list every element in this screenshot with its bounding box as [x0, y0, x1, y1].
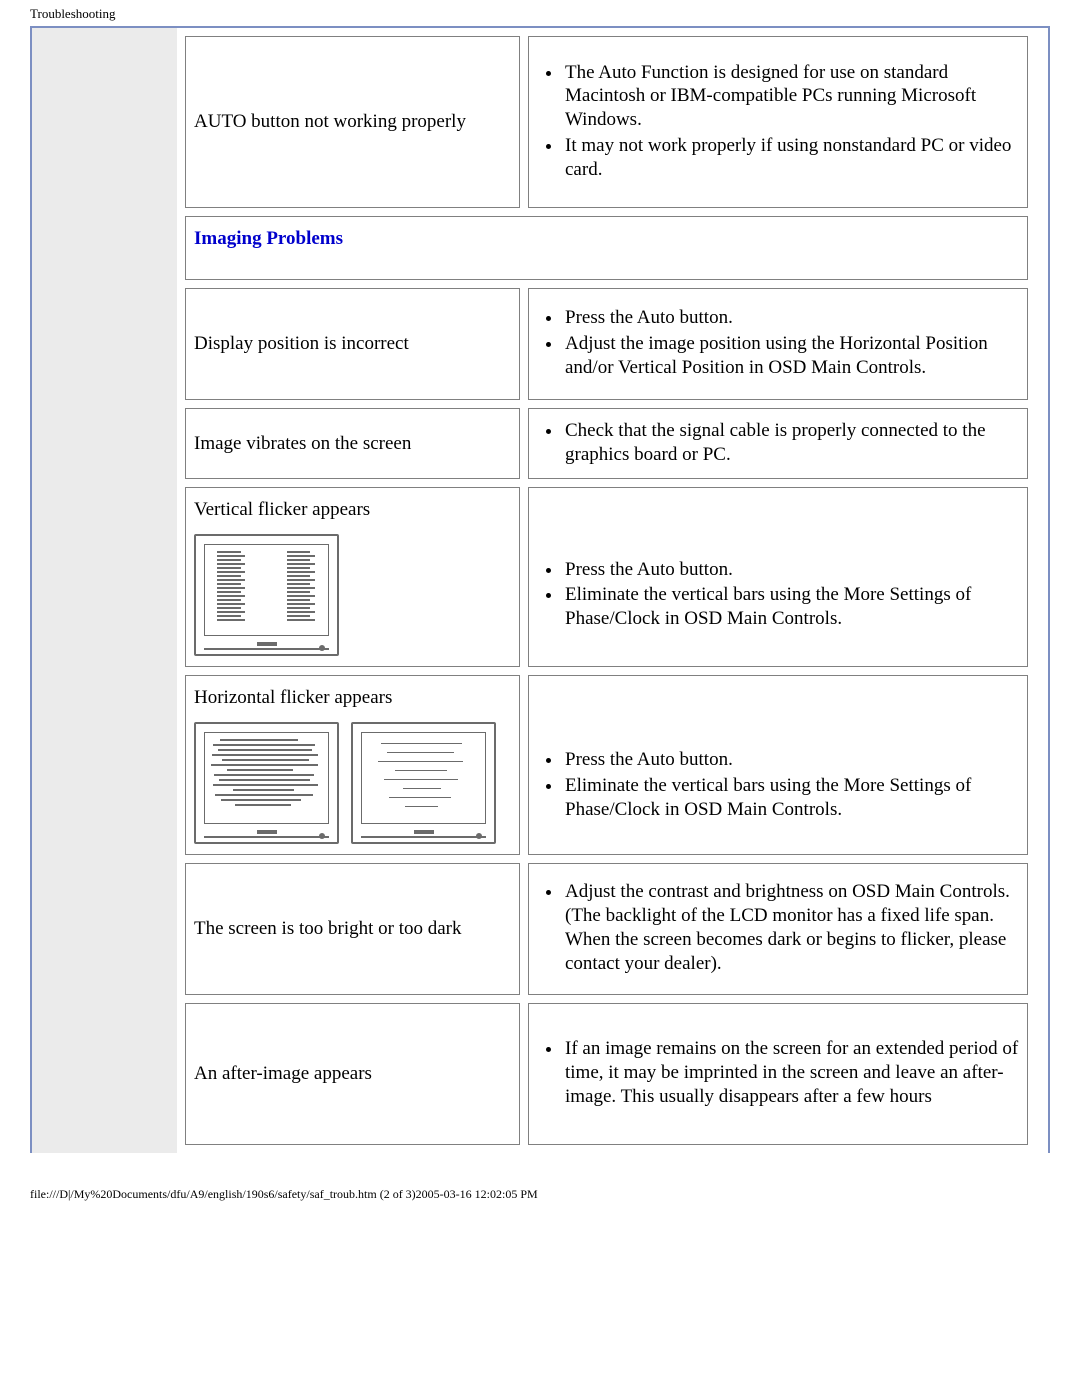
problem-cell: AUTO button not working properly — [185, 36, 520, 208]
table-row: Horizontal flicker appears — [185, 675, 1028, 855]
section-row: Imaging Problems — [185, 216, 1028, 280]
solution-cell: If an image remains on the screen for an… — [528, 1003, 1028, 1145]
problem-cell: Horizontal flicker appears — [185, 675, 520, 855]
monitor-thumb-horizontal-sparse — [351, 722, 496, 844]
solution-cell: Press the Auto button. Eliminate the ver… — [528, 487, 1028, 667]
solution-item: If an image remains on the screen for an… — [563, 1037, 1019, 1108]
table-row: The screen is too bright or too dark Adj… — [185, 863, 1028, 995]
problem-label: Vertical flicker appears — [194, 499, 370, 520]
troubleshooting-table: AUTO button not working properly The Aut… — [177, 28, 1036, 1153]
solution-item: The Auto Function is designed for use on… — [563, 61, 1019, 132]
solution-cell: Press the Auto button. Eliminate the ver… — [528, 675, 1028, 855]
content-frame-wrapper: AUTO button not working properly The Aut… — [30, 26, 1050, 1153]
table-row: Image vibrates on the screen Check that … — [185, 408, 1028, 480]
section-heading-cell: Imaging Problems — [185, 216, 1028, 280]
solution-cell: The Auto Function is designed for use on… — [528, 36, 1028, 208]
solution-item: Adjust the image position using the Hori… — [563, 332, 1019, 380]
table-row: Display position is incorrect Press the … — [185, 288, 1028, 400]
solution-item: Eliminate the vertical bars using the Mo… — [563, 583, 1019, 631]
solution-cell: Adjust the contrast and brightness on OS… — [528, 863, 1028, 995]
solution-item: Eliminate the vertical bars using the Mo… — [563, 774, 1019, 822]
footer-path: file:///D|/My%20Documents/dfu/A9/english… — [0, 1153, 1080, 1202]
solution-cell: Press the Auto button. Adjust the image … — [528, 288, 1028, 400]
problem-cell: Image vibrates on the screen — [185, 408, 520, 480]
main-column: AUTO button not working properly The Aut… — [177, 28, 1048, 1153]
solution-item: Adjust the contrast and brightness on OS… — [563, 880, 1019, 975]
monitor-thumb-horizontal-dense — [194, 722, 339, 844]
solution-item: Check that the signal cable is properly … — [563, 419, 1019, 467]
problem-cell: The screen is too bright or too dark — [185, 863, 520, 995]
table-row: An after-image appears If an image remai… — [185, 1003, 1028, 1145]
solution-item: Press the Auto button. — [563, 306, 1019, 330]
solution-item: It may not work properly if using nonsta… — [563, 134, 1019, 182]
left-sidebar — [32, 28, 177, 1153]
table-row: AUTO button not working properly The Aut… — [185, 36, 1028, 208]
problem-cell: An after-image appears — [185, 1003, 520, 1145]
page-title: Troubleshooting — [0, 0, 1080, 26]
table-row: Vertical flicker appears — [185, 487, 1028, 667]
solution-cell: Check that the signal cable is properly … — [528, 408, 1028, 480]
solution-item: Press the Auto button. — [563, 558, 1019, 582]
problem-cell: Vertical flicker appears — [185, 487, 520, 667]
section-heading: Imaging Problems — [194, 228, 343, 249]
content-frame: AUTO button not working properly The Aut… — [30, 26, 1050, 1153]
solution-item: Press the Auto button. — [563, 748, 1019, 772]
problem-cell: Display position is incorrect — [185, 288, 520, 400]
monitor-thumb-vertical-flicker — [194, 534, 339, 656]
problem-label: Horizontal flicker appears — [194, 687, 392, 708]
